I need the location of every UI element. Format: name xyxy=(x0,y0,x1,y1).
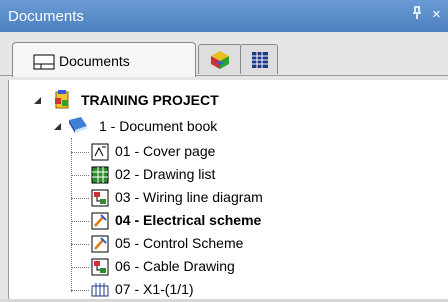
grid-icon xyxy=(251,51,269,74)
tab-documents[interactable]: Documents xyxy=(12,42,196,77)
page-label: 01 - Cover page xyxy=(115,143,216,159)
wiring-diagram-icon xyxy=(91,189,109,207)
project-icon xyxy=(53,90,71,109)
control-scheme-icon xyxy=(91,235,109,253)
cube-icon xyxy=(210,50,230,75)
tab-3d[interactable] xyxy=(198,44,242,74)
page-label: 07 - X1-(1/1) xyxy=(115,281,194,297)
tree-guide-line xyxy=(71,221,89,222)
electrical-scheme-icon xyxy=(91,212,109,230)
tree-guide-line xyxy=(71,152,89,153)
tree-guide-line xyxy=(71,138,72,292)
cable-drawing-icon xyxy=(91,258,109,276)
tree-guide-line xyxy=(71,267,89,268)
documents-panel: Documents × Documents TRAINING PROJECT 1… xyxy=(0,0,448,299)
terminal-strip-icon xyxy=(91,281,109,299)
page-label: 02 - Drawing list xyxy=(115,166,216,182)
tree-root-label: TRAINING PROJECT xyxy=(81,92,219,108)
tree-book-label: 1 - Document book xyxy=(99,118,218,134)
book-icon xyxy=(67,116,87,134)
panel-title: Documents xyxy=(8,8,84,25)
document-tab-icon xyxy=(33,54,55,70)
panel-titlebar: Documents × xyxy=(0,0,448,32)
page-label: 03 - Wiring line diagram xyxy=(115,189,263,205)
close-icon[interactable]: × xyxy=(432,6,441,23)
tab-grid[interactable] xyxy=(240,44,278,74)
document-tree: TRAINING PROJECT 1 - Document book 01 - … xyxy=(8,80,448,299)
cover-page-icon xyxy=(91,143,109,161)
tree-guide-line xyxy=(71,290,89,291)
page-label: 04 - Electrical scheme xyxy=(115,212,262,228)
pin-icon[interactable] xyxy=(411,6,423,23)
tab-strip: Documents xyxy=(0,32,448,77)
tree-guide-line xyxy=(71,198,89,199)
drawing-list-icon xyxy=(91,166,109,184)
tab-documents-label: Documents xyxy=(59,53,130,69)
tree-guide-line xyxy=(71,175,89,176)
page-label: 05 - Control Scheme xyxy=(115,235,244,251)
page-label: 06 - Cable Drawing xyxy=(115,258,235,274)
tree-guide-line xyxy=(71,244,89,245)
